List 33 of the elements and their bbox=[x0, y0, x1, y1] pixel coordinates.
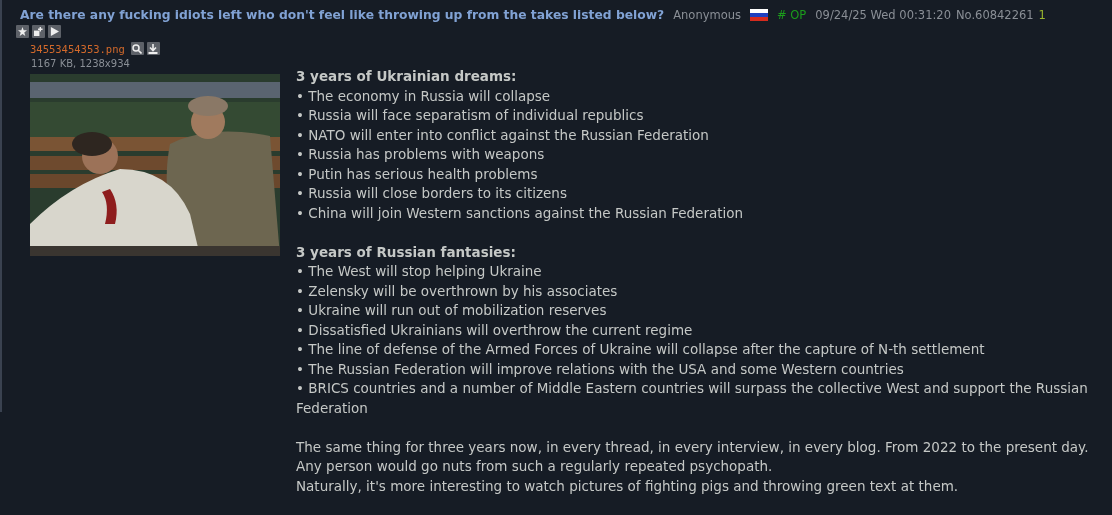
list-item: • BRICS countries and a number of Middle Eastern countries will surpass the collective West and support the Russian Federation bbox=[296, 379, 1089, 418]
list-item: • Dissatisfied Ukrainians will overthrow the current regime bbox=[296, 320, 694, 340]
list-item: • Zelensky will be overthrown by his associates bbox=[296, 281, 619, 301]
download-icon[interactable] bbox=[146, 42, 160, 55]
list-item: • Russia has problems with weapons bbox=[296, 145, 546, 164]
list-item: • Russia will close borders to its citizens bbox=[296, 184, 568, 203]
post-number-link[interactable]: No.60842261 bbox=[955, 8, 1034, 22]
post-datetime: 09/24/25 Wed 00:31:20 bbox=[815, 8, 951, 22]
poster-name: Anonymous bbox=[673, 8, 741, 22]
paragraph-line: The same thing for three years now, in every thread, in every interview, in every blog. From 2022 to the present day. bbox=[296, 437, 1090, 457]
search-icon[interactable] bbox=[130, 42, 144, 55]
flag-icon bbox=[750, 9, 768, 21]
favorite-star-icon[interactable] bbox=[16, 25, 29, 38]
list-item: • The economy in Russia will collapse bbox=[296, 86, 552, 106]
play-icon[interactable] bbox=[48, 25, 61, 38]
list-heading: 3 years of Russian fantasies: bbox=[296, 242, 517, 262]
reply-count-link[interactable]: 1 bbox=[1038, 8, 1046, 22]
expand-icon[interactable] bbox=[32, 25, 45, 38]
list-item: • Putin has serious health problems bbox=[296, 164, 539, 184]
file-info: 1167 KB, 1238x934 bbox=[31, 58, 131, 69]
poster-tag: # OP bbox=[777, 8, 807, 22]
list-item: • Ukraine will run out of mobilization reserves bbox=[296, 301, 608, 320]
list-item: • Russia will face separatism of individual republics bbox=[296, 106, 645, 125]
file-name-link[interactable]: 34553454353.png bbox=[30, 42, 125, 55]
list-item: • NATO will enter into conflict against the Russian Federation bbox=[296, 125, 710, 145]
list-heading: 3 years of Ukrainian dreams: bbox=[296, 67, 518, 86]
paragraph-line: Naturally, it's more interesting to watch pictures of fighting pigs and throwing green text at them. bbox=[296, 476, 960, 496]
list-item: • The Russian Federation will improve relations with the USA and some Western countries bbox=[296, 359, 905, 379]
list-item: • The line of defense of the Armed Forces of Ukraine will collapse after the capture of N-th settlement bbox=[296, 340, 986, 359]
list-item: • The West will stop helping Ukraine bbox=[296, 262, 543, 281]
post-subject: Are there any fucking idiots left who don't feel like throwing up from the takes listed below? bbox=[20, 8, 665, 22]
paragraph-line: Any person would go nuts from such a regularly repeated psychopath. bbox=[296, 457, 774, 476]
list-item: • China will join Western sanctions against the Russian Federation bbox=[296, 203, 745, 223]
